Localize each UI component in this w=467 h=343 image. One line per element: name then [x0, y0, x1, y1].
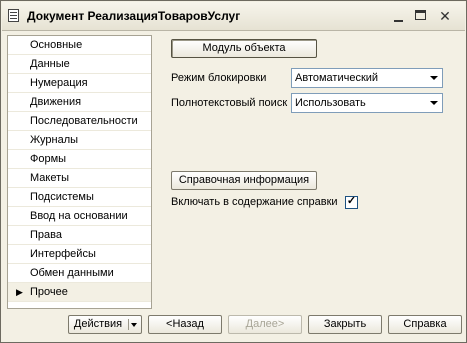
settings-panel: Модуль объекта Режим блокировки Автомати…: [153, 35, 460, 307]
sidebar-item-label: Данные: [30, 58, 70, 70]
sidebar-item-label: Ввод на основании: [30, 210, 128, 222]
sidebar-item-vvod-na-osnovanii[interactable]: Ввод на основании: [8, 207, 151, 226]
actions-label: Действия: [73, 318, 123, 330]
back-button[interactable]: <Назад: [148, 315, 222, 334]
sidebar: Основные Данные Нумерация Движения После…: [7, 35, 152, 309]
selected-arrow-icon: ▶: [16, 287, 23, 297]
sidebar-item-label: Нумерация: [30, 77, 88, 89]
minimize-icon[interactable]: [391, 8, 407, 24]
object-module-button[interactable]: Модуль объекта: [171, 39, 317, 58]
sidebar-item-label: Основные: [30, 39, 83, 51]
help-info-button[interactable]: Справочная информация: [171, 171, 317, 190]
lock-mode-select[interactable]: Автоматический: [291, 68, 443, 88]
sidebar-item-dannye[interactable]: Данные: [8, 55, 151, 74]
fulltext-search-value: Использовать: [295, 97, 366, 109]
sidebar-item-label: Журналы: [30, 134, 79, 146]
sidebar-item-podsistemy[interactable]: Подсистемы: [8, 188, 151, 207]
sidebar-item-posledovatelnosti[interactable]: Последовательности: [8, 112, 151, 131]
fulltext-search-label: Полнотекстовый поиск: [171, 97, 288, 109]
close-icon[interactable]: ✕: [437, 8, 453, 24]
lock-mode-label: Режим блокировки: [171, 72, 267, 84]
close-button[interactable]: Закрыть: [308, 315, 382, 334]
sidebar-item-zhurnaly[interactable]: Журналы: [8, 131, 151, 150]
actions-button[interactable]: Действия: [68, 315, 142, 334]
chevron-down-icon[interactable]: [425, 94, 442, 112]
sidebar-item-label: Интерфейсы: [30, 248, 96, 260]
sidebar-item-label: Права: [30, 229, 62, 241]
include-help-label: Включать в содержание справки: [171, 196, 338, 208]
sidebar-item-label: Формы: [30, 153, 67, 165]
sidebar-item-interfeysy[interactable]: Интерфейсы: [8, 245, 151, 264]
document-editor-window: Документ РеализацияТоваровУслуг ✕ Основн…: [0, 0, 467, 343]
help-button[interactable]: Справка: [388, 315, 462, 334]
document-icon: [8, 9, 19, 22]
maximize-icon[interactable]: [413, 8, 429, 24]
sidebar-item-dvizheniya[interactable]: Движения: [8, 93, 151, 112]
lock-mode-value: Автоматический: [295, 72, 379, 84]
sidebar-item-label: Прочее: [30, 286, 68, 298]
include-help-checkbox[interactable]: ✓: [345, 195, 358, 209]
sidebar-item-osnovnye[interactable]: Основные: [8, 36, 151, 55]
sidebar-item-numeratsiya[interactable]: Нумерация: [8, 74, 151, 93]
separator: [128, 319, 129, 330]
footer-buttons: Действия <Назад Далее> Закрыть Справка: [2, 311, 465, 342]
sidebar-item-prava[interactable]: Права: [8, 226, 151, 245]
next-button[interactable]: Далее>: [228, 315, 302, 334]
sidebar-item-label: Движения: [30, 96, 82, 108]
title-bar: Документ РеализацияТоваровУслуг ✕: [2, 2, 465, 31]
fulltext-search-select[interactable]: Использовать: [291, 93, 443, 113]
checkmark-icon: ✓: [346, 195, 357, 207]
sidebar-item-prochee[interactable]: ▶ Прочее: [8, 283, 151, 302]
sidebar-item-formy[interactable]: Формы: [8, 150, 151, 169]
chevron-down-icon[interactable]: [131, 323, 137, 327]
sidebar-item-label: Последовательности: [30, 115, 138, 127]
window-title: Документ РеализацияТоваровУслуг: [27, 9, 241, 23]
sidebar-item-makety[interactable]: Макеты: [8, 169, 151, 188]
sidebar-item-label: Макеты: [30, 172, 70, 184]
sidebar-item-label: Подсистемы: [30, 191, 94, 203]
sidebar-item-obmen-dannymi[interactable]: Обмен данными: [8, 264, 151, 283]
sidebar-item-label: Обмен данными: [30, 267, 114, 279]
chevron-down-icon[interactable]: [425, 69, 442, 87]
